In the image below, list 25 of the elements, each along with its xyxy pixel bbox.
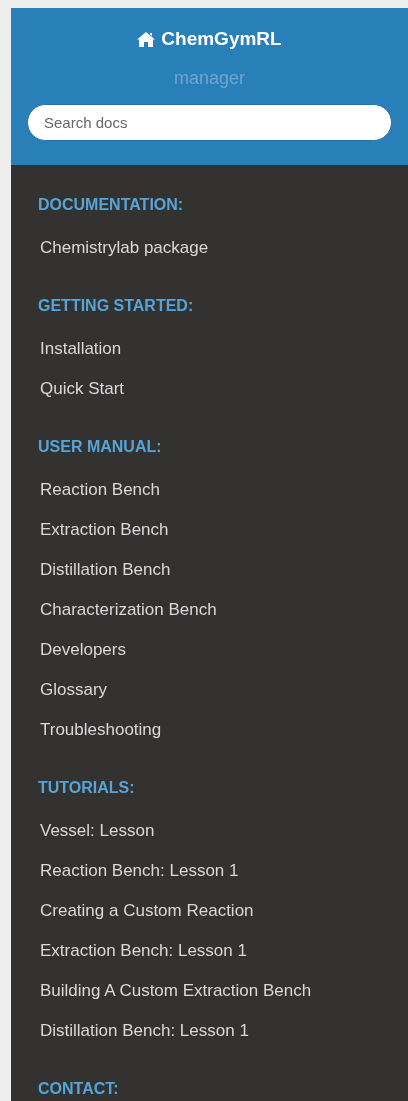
nav-link[interactable]: Characterization Bench bbox=[11, 590, 408, 630]
nav-link[interactable]: Glossary bbox=[11, 670, 408, 710]
nav-link[interactable]: Reaction Bench bbox=[11, 470, 408, 510]
nav-link[interactable]: Extraction Bench bbox=[11, 510, 408, 550]
nav-link[interactable]: Extraction Bench: Lesson 1 bbox=[11, 931, 408, 971]
nav-link[interactable]: Chemistrylab package bbox=[11, 228, 408, 268]
section-heading: TUTORIALS: bbox=[37, 778, 136, 798]
nav-link[interactable]: Developers bbox=[11, 630, 408, 670]
home-icon bbox=[137, 31, 156, 47]
section-heading: CONTACT: bbox=[37, 1079, 120, 1099]
nav-link[interactable]: Creating a Custom Reaction bbox=[11, 891, 408, 931]
section-heading: DOCUMENTATION: bbox=[37, 195, 185, 215]
nav-link[interactable]: Troubleshooting bbox=[11, 710, 408, 750]
nav-link[interactable]: Distillation Bench bbox=[11, 550, 408, 590]
nav-link[interactable]: Vessel: Lesson bbox=[11, 811, 408, 851]
nav-link[interactable]: Building A Custom Extraction Bench bbox=[11, 971, 408, 1011]
version-label: manager bbox=[173, 67, 245, 90]
nav-link[interactable]: Installation bbox=[11, 329, 408, 369]
nav-link[interactable]: Distillation Bench: Lesson 1 bbox=[11, 1011, 408, 1051]
home-link[interactable]: ChemGymRL bbox=[137, 25, 282, 53]
nav-link[interactable]: Reaction Bench: Lesson 1 bbox=[11, 851, 408, 891]
section-heading: GETTING STARTED: bbox=[37, 296, 195, 316]
nav-link[interactable]: Quick Start bbox=[11, 369, 408, 409]
search-field[interactable]: Search docs bbox=[27, 104, 392, 141]
section-heading: USER MANUAL: bbox=[37, 437, 163, 457]
